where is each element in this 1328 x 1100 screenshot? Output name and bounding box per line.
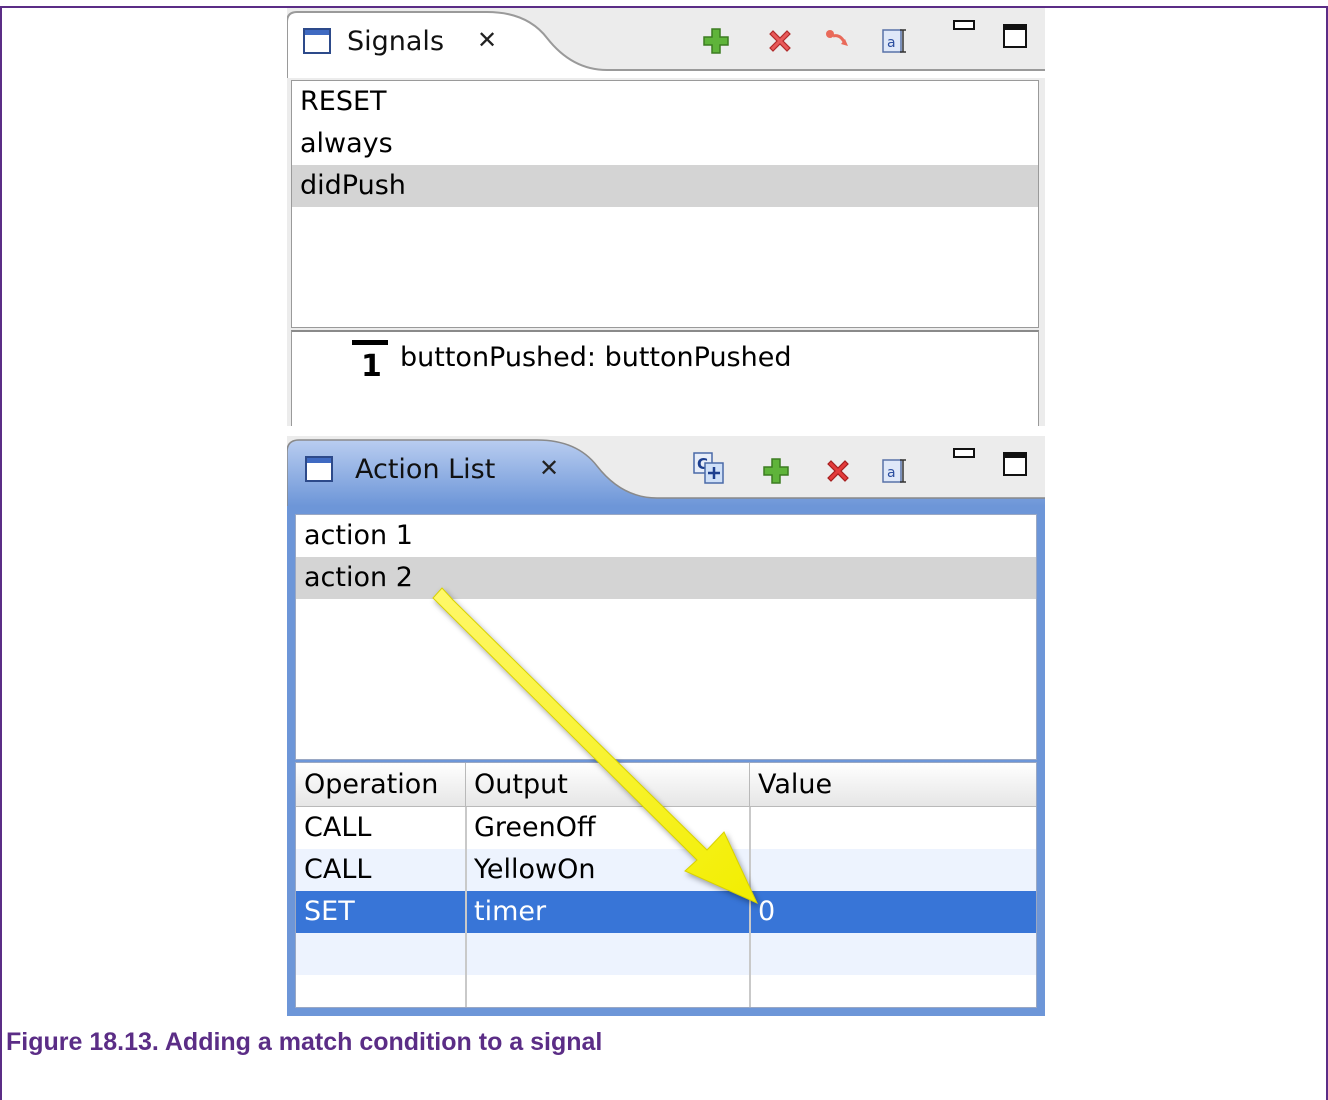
list-item-selected[interactable]: didPush	[292, 165, 1038, 207]
table-row-selected[interactable]: SET timer 0	[296, 891, 1036, 933]
add-icon[interactable]	[701, 26, 731, 56]
action-list: action 1 action 2	[295, 514, 1037, 760]
maximize-button[interactable]	[1003, 452, 1027, 476]
signals-tabbar: Signals ✕ a	[287, 8, 1045, 78]
view-window-icon	[305, 456, 333, 482]
table-header: Operation Output Value	[296, 763, 1036, 807]
minimize-button[interactable]	[953, 20, 975, 30]
action-list-view: Action List ✕ C a action 1 action 2 Oper…	[287, 436, 1045, 1016]
rename-icon[interactable]: a	[881, 456, 911, 486]
list-item[interactable]: action 1	[296, 515, 1036, 557]
list-item[interactable]: always	[292, 123, 1038, 165]
cell-value	[750, 849, 758, 891]
maximize-button[interactable]	[1003, 24, 1027, 48]
cell-value	[750, 807, 758, 849]
action-tabbar: Action List ✕ C a	[287, 436, 1045, 506]
table-row-empty[interactable]	[296, 933, 1036, 975]
cell-operation: SET	[304, 896, 355, 927]
screenshot: Signals ✕ a RESET always didPush 1 butto…	[287, 8, 1045, 1016]
column-divider	[749, 807, 751, 1007]
add-icon[interactable]	[761, 456, 791, 486]
table-row[interactable]: CALL GreenOff	[296, 807, 1036, 849]
figure-caption: Figure 18.13. Adding a match condition t…	[6, 1028, 603, 1056]
copy-icon[interactable]: C	[691, 450, 727, 486]
cell-operation: CALL	[304, 812, 372, 843]
view-window-icon	[303, 28, 331, 54]
cell-output: GreenOff	[474, 812, 596, 843]
signals-tab-title[interactable]: Signals	[347, 26, 444, 57]
link-icon[interactable]	[823, 26, 853, 56]
list-item-selected[interactable]: action 2	[296, 557, 1036, 599]
signal-parameter-text[interactable]: buttonPushed: buttonPushed	[400, 342, 792, 373]
column-header-output[interactable]: Output	[466, 763, 750, 807]
signals-view: Signals ✕ a RESET always didPush 1 butto…	[287, 8, 1045, 426]
parameter-icon: 1	[352, 340, 388, 378]
cell-output: timer	[474, 896, 547, 927]
signals-list: RESET always didPush	[291, 80, 1039, 328]
cell-operation: CALL	[304, 854, 372, 885]
delete-icon[interactable]	[823, 456, 853, 486]
column-divider	[465, 807, 467, 1007]
parameter-badge: 1	[361, 349, 382, 378]
column-header-value[interactable]: Value	[750, 763, 1036, 807]
minimize-button[interactable]	[953, 448, 975, 458]
cell-value[interactable]: 0	[750, 891, 775, 933]
close-icon[interactable]: ✕	[539, 454, 559, 482]
close-icon[interactable]: ✕	[477, 26, 497, 54]
operations-table: Operation Output Value CALL GreenOff CAL…	[295, 762, 1037, 1008]
rename-icon[interactable]: a	[881, 26, 911, 56]
table-row[interactable]: CALL YellowOn	[296, 849, 1036, 891]
signal-detail-panel: 1 buttonPushed: buttonPushed	[291, 330, 1039, 426]
cell-output: YellowOn	[474, 854, 596, 885]
svg-text:a: a	[887, 465, 896, 481]
action-tab-title[interactable]: Action List	[355, 454, 495, 485]
table-row-empty[interactable]	[296, 975, 1036, 1007]
svg-text:a: a	[887, 35, 896, 51]
list-item[interactable]: RESET	[292, 81, 1038, 123]
column-header-operation[interactable]: Operation	[296, 763, 466, 807]
delete-icon[interactable]	[765, 26, 795, 56]
